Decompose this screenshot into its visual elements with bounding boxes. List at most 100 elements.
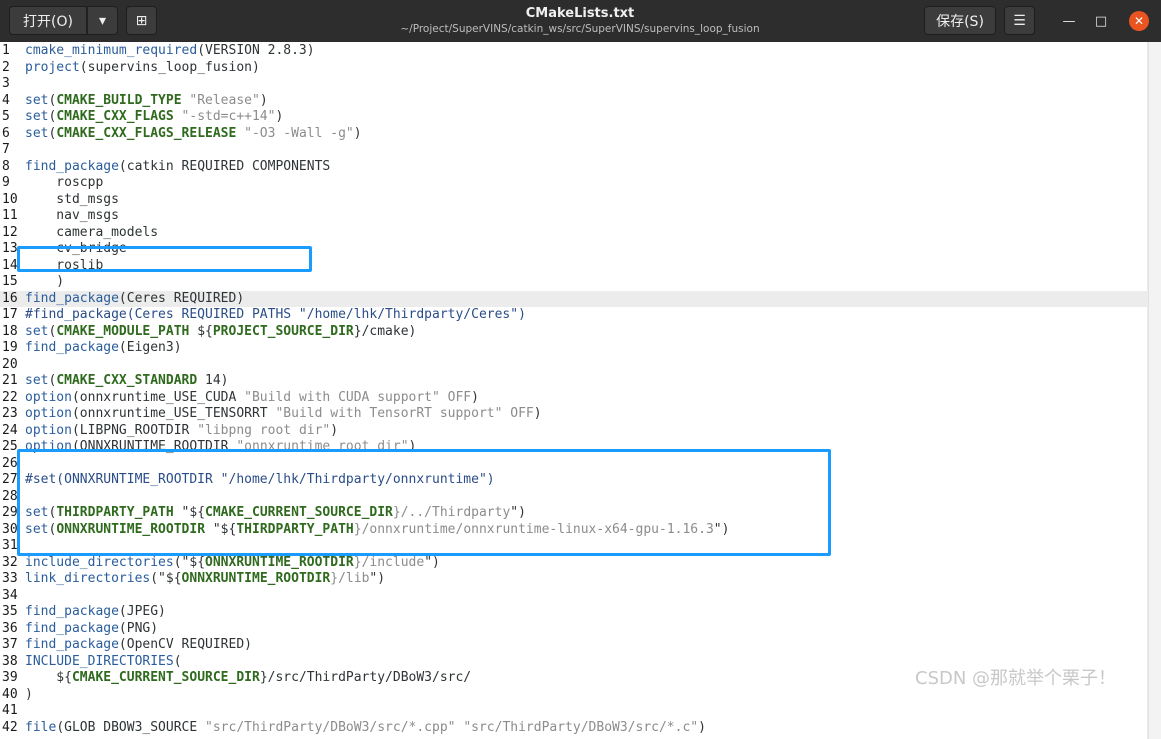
code-token: "src/ThirdParty/DBoW3/src/*.c" — [463, 719, 699, 735]
line-number: 42 — [2, 719, 18, 735]
code-line[interactable]: 19 find_package(Eigen3) — [0, 340, 1147, 357]
code-line[interactable]: 8 find_package(catkin REQUIRED COMPONENTS — [0, 159, 1147, 176]
code-token: ) — [533, 406, 542, 421]
code-line[interactable]: 35 find_package(JPEG) — [0, 604, 1147, 621]
maximize-icon: □ — [1094, 13, 1108, 29]
line-number: 40 — [2, 686, 18, 702]
code-token: (OpenCV REQUIRED) — [118, 637, 252, 652]
file-path: ~/Project/SuperVINS/catkin_ws/src/SuperV… — [400, 23, 760, 35]
code-line[interactable]: 9 roscpp — [0, 175, 1147, 192]
code-token: set — [25, 323, 49, 339]
code-line[interactable]: 16 find_package(Ceres REQUIRED) — [0, 290, 1147, 307]
code-token: link_directories — [25, 571, 151, 586]
chevron-down-icon: ▾ — [98, 12, 107, 29]
code-token: "Build with TensorRT support" OFF — [275, 406, 534, 421]
code-token: include_directories — [25, 554, 174, 570]
code-line[interactable]: 7 — [0, 142, 1147, 159]
text-editor[interactable]: 1 cmake_minimum_required(VERSION 2.8.3) 2 p… — [0, 42, 1161, 739]
code-token: "Build with CUDA support" OFF — [244, 389, 472, 405]
code-token: "src/ThirdParty/DBoW3/src/*.cpp" — [205, 719, 456, 735]
code-token: PROJECT_SOURCE_DIR — [212, 323, 354, 339]
code-line[interactable]: 33 link_directories("${ONNXRUNTIME_ROOTDI… — [0, 571, 1147, 588]
line-number: 7 — [2, 142, 10, 157]
code-token: ${ — [25, 670, 72, 685]
open-menu-button[interactable]: ▾ — [87, 6, 118, 35]
line-number: 36 — [2, 620, 18, 636]
line-number: 17 — [2, 307, 18, 322]
code-token: "-O3 -Wall -g" — [236, 125, 354, 141]
code-token: find_package — [25, 604, 119, 619]
close-icon: ✕ — [1133, 14, 1145, 28]
code-line[interactable]: 15 ) — [0, 274, 1147, 291]
code-line[interactable]: 20 — [0, 357, 1147, 374]
code-line[interactable]: 2 project(supervins_loop_fusion) — [0, 60, 1147, 77]
code-token: set — [25, 92, 49, 108]
code-line[interactable]: 37 find_package(OpenCV REQUIRED) — [0, 637, 1147, 654]
minimize-button[interactable]: — — [1059, 11, 1079, 31]
code-line[interactable]: 5 set(CMAKE_CXX_FLAGS "-std=c++14") — [0, 109, 1147, 126]
code-token: INCLUDE_DIRECTORIES — [25, 653, 174, 669]
highlight-box-ceres — [17, 246, 312, 272]
line-number: 35 — [2, 604, 18, 619]
code-line[interactable]: 18 set(CMAKE_MODULE_PATH ${PROJECT_SOURCE… — [0, 324, 1147, 341]
code-line[interactable]: 17 #find_package(Ceres REQUIRED PATHS "/h… — [0, 307, 1147, 324]
code-line[interactable]: 22 option(onnxruntime_USE_CUDA "Build wit… — [0, 390, 1147, 407]
line-number: 22 — [2, 389, 18, 405]
line-number: 4 — [2, 92, 10, 108]
new-tab-icon: ⊞ — [135, 12, 148, 29]
code-token: std_msgs — [25, 191, 119, 207]
code-token: ${ — [189, 323, 213, 339]
open-button[interactable]: 打开(O) — [9, 6, 87, 35]
code-line[interactable]: 41 — [0, 703, 1147, 720]
code-token: CMAKE_BUILD_TYPE — [56, 92, 182, 108]
code-line[interactable]: 24 option(LIBPNG_ROOTDIR "libpng root dir… — [0, 423, 1147, 440]
code-line[interactable]: 1 cmake_minimum_required(VERSION 2.8.3) — [0, 43, 1147, 60]
code-line[interactable]: 21 set(CMAKE_CXX_STANDARD 14) — [0, 373, 1147, 390]
line-number: 8 — [2, 158, 10, 174]
code-token: "Release" — [181, 92, 260, 108]
hamburger-menu-button[interactable]: ☰ — [1004, 6, 1035, 35]
code-token: ) — [25, 274, 65, 289]
code-line[interactable]: 10 std_msgs — [0, 192, 1147, 209]
window-title: CMakeLists.txt — [525, 6, 635, 21]
code-token: (JPEG) — [118, 604, 166, 619]
code-line[interactable]: 34 — [0, 588, 1147, 605]
code-token: roscpp — [25, 175, 104, 190]
code-line[interactable]: 6 set(CMAKE_CXX_FLAGS_RELEASE "-O3 -Wall … — [0, 126, 1147, 143]
vertical-scrollbar[interactable] — [1148, 42, 1161, 739]
code-line[interactable]: 11 nav_msgs — [0, 208, 1147, 225]
new-tab-button[interactable]: ⊞ — [126, 6, 157, 35]
title-bar: 打开(O) ▾ ⊞ CMakeLists.txt ~/Project/Super… — [0, 0, 1161, 42]
code-token: project — [25, 59, 80, 75]
code-line[interactable]: 12 camera_models — [0, 225, 1147, 242]
code-token: option — [25, 406, 72, 421]
code-line[interactable]: 42 file(GLOB DBOW3_SOURCE "src/ThirdParty… — [0, 720, 1147, 737]
code-token: ("${ — [173, 554, 206, 570]
close-button[interactable]: ✕ — [1129, 11, 1149, 31]
code-line[interactable]: 36 find_package(PNG) — [0, 621, 1147, 638]
code-token: find_package — [25, 158, 119, 174]
code-line[interactable]: 32 include_directories("${ONNXRUNTIME_ROO… — [0, 555, 1147, 572]
code-token: (supervins_loop_fusion) — [79, 59, 260, 75]
save-button[interactable]: 保存(S) — [924, 6, 996, 35]
code-token: set — [25, 125, 49, 141]
code-token: ) — [471, 389, 479, 405]
hamburger-icon: ☰ — [1013, 12, 1026, 29]
line-number: 10 — [2, 191, 18, 207]
line-number: 9 — [2, 175, 10, 190]
line-number: 11 — [2, 208, 18, 223]
code-token: cmake_minimum_required — [25, 43, 198, 58]
code-token: ) — [353, 125, 362, 141]
code-line[interactable]: 23 option(onnxruntime_USE_TENSORRT "Build… — [0, 406, 1147, 423]
code-token: #find_package(Ceres REQUIRED PATHS "/hom… — [25, 307, 526, 322]
code-token: (onnxruntime_USE_TENSORRT — [71, 406, 276, 421]
line-number: 33 — [2, 571, 18, 586]
line-number: 16 — [2, 290, 18, 306]
code-line[interactable]: 3 — [0, 76, 1147, 93]
code-lines[interactable]: 1 cmake_minimum_required(VERSION 2.8.3) 2 p… — [0, 43, 1147, 736]
minimize-icon: — — [1062, 13, 1076, 29]
code-line[interactable]: 4 set(CMAKE_BUILD_TYPE "Release") — [0, 93, 1147, 110]
maximize-button[interactable]: □ — [1091, 11, 1111, 31]
code-token: ("${ — [150, 571, 182, 586]
code-token: (GLOB DBOW3_SOURCE — [56, 719, 206, 735]
